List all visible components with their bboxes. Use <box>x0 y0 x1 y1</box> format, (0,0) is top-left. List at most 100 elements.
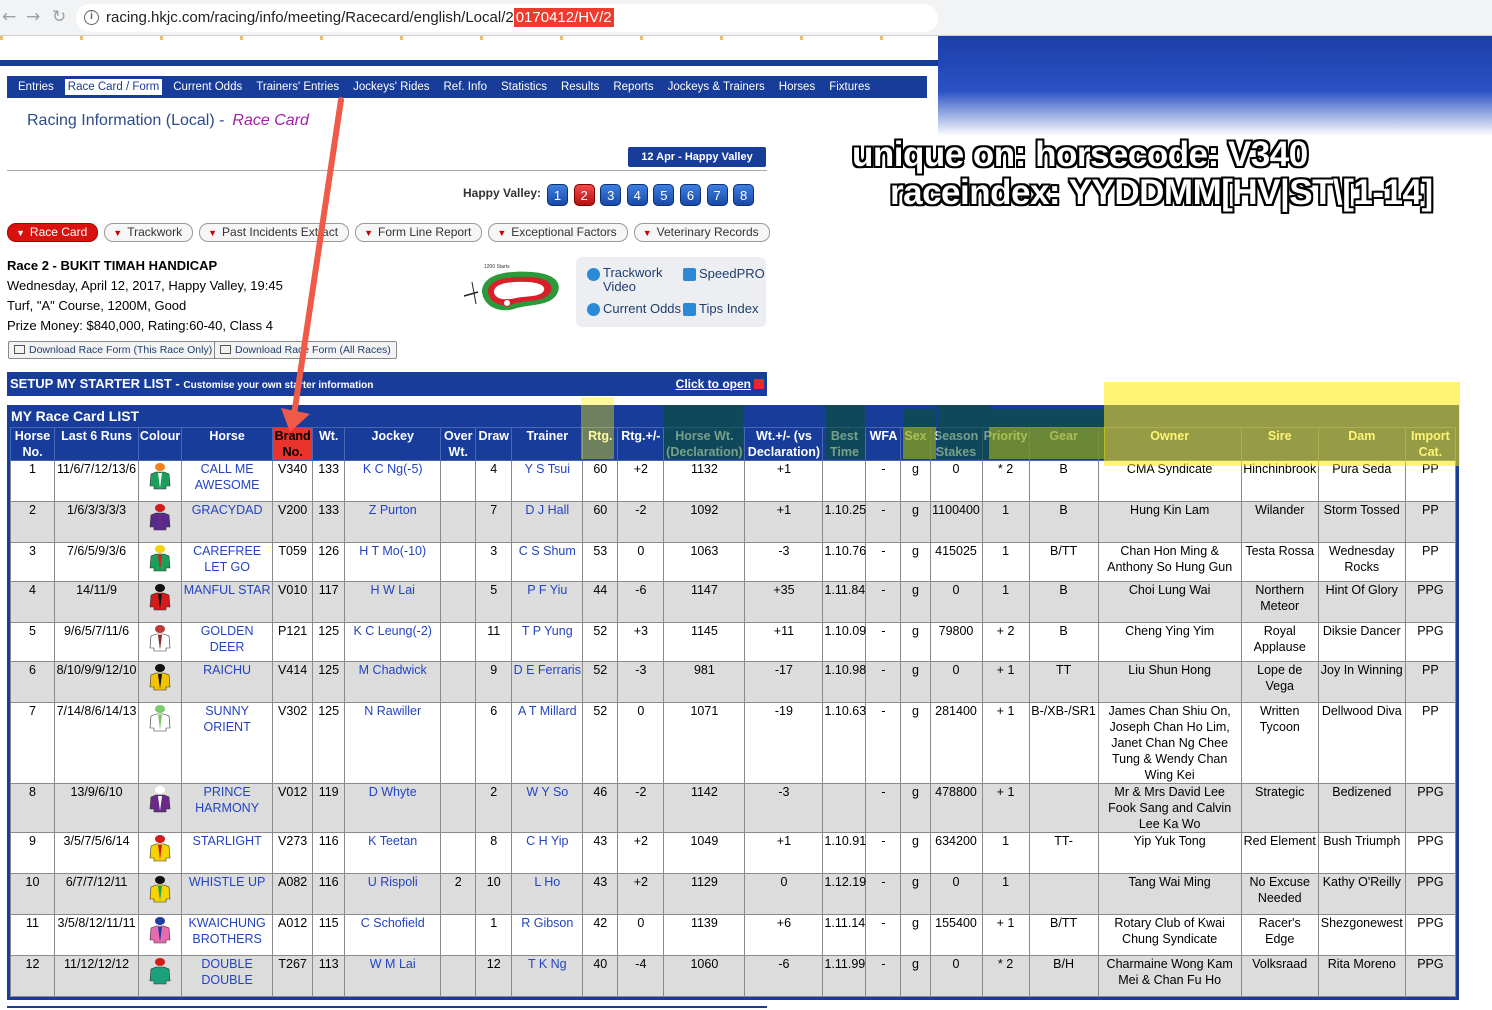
subtab-form-line-report[interactable]: ▼ Form Line Report <box>355 223 483 242</box>
cell-jockey[interactable]: N Rawiller <box>344 702 442 784</box>
cell-jockey[interactable]: D Whyte <box>344 783 442 833</box>
cell-trainer[interactable]: D J Hall <box>511 501 584 543</box>
cell-jockey[interactable]: K C Ng(-5) <box>344 460 442 502</box>
nav-trainers-entries[interactable]: Trainers' Entries <box>253 79 342 95</box>
cell-jockey[interactable]: H W Lai <box>344 581 442 623</box>
cell-jockey[interactable]: W M Lai <box>344 955 442 997</box>
subtab-past-incidents-extract[interactable]: ▼ Past Incidents Extract <box>199 223 350 242</box>
cell-jockey[interactable]: M Chadwick <box>344 661 442 703</box>
cell-jockey[interactable]: U Rispoli <box>344 873 442 915</box>
trackwork-video-link[interactable]: Trackwork Video <box>587 266 662 294</box>
col-header-best-time[interactable]: Best Time <box>822 427 867 461</box>
info-icon[interactable]: i <box>84 10 99 25</box>
tips-index-link[interactable]: Tips Index <box>683 301 759 316</box>
nav-reports[interactable]: Reports <box>610 79 656 95</box>
col-header-sex[interactable]: Sex <box>900 427 931 461</box>
download-this-race-button[interactable]: Download Race Form (This Race Only) <box>8 341 219 359</box>
click-to-open-link[interactable]: Click to open <box>676 372 751 396</box>
col-header-season-stakes[interactable]: Season Stakes <box>929 427 983 461</box>
cell-horse[interactable]: MANFUL STAR <box>181 581 274 623</box>
col-header-priority[interactable]: Priority <box>981 427 1030 461</box>
nav-ref-info[interactable]: Ref. Info <box>441 79 490 95</box>
cell-jockey[interactable]: C Schofield <box>344 914 442 956</box>
cell-horse[interactable]: DOUBLE DOUBLE <box>181 955 274 997</box>
cell-horse[interactable]: WHISTLE UP <box>181 873 274 915</box>
nav-statistics[interactable]: Statistics <box>498 79 550 95</box>
cell-horse[interactable]: CAREFREE LET GO <box>181 542 274 582</box>
race-button-2[interactable]: 2 <box>573 184 595 206</box>
table-row[interactable]: 11 3/5/8/12/11/11 KWAICHUNG BROTHERS A012 11… <box>9 914 1457 956</box>
cell-jockey[interactable]: K Teetan <box>344 832 442 874</box>
race-button-1[interactable]: 1 <box>547 184 568 206</box>
table-row[interactable]: 12 11/12/12/12 DOUBLE DOUBLE T267 113 W M Lai… <box>9 955 1457 997</box>
table-row[interactable]: 6 8/10/9/9/12/10 RAICHU V414 125 M Chadwick 9 D… <box>9 661 1457 703</box>
cell-jockey[interactable]: Z Purton <box>344 501 442 543</box>
race-button-6[interactable]: 6 <box>679 184 701 206</box>
table-row[interactable]: 2 1/6/3/3/3/3 GRACYDAD V200 133 Z Purton 7 D J … <box>9 501 1457 543</box>
col-header-horse[interactable]: Horse <box>181 427 274 461</box>
subtab-veterinary-records[interactable]: ▼ Veterinary Records <box>633 223 770 242</box>
cell-trainer[interactable]: W Y So <box>511 783 584 833</box>
col-header-import-cat[interactable]: Import Cat. <box>1404 427 1457 461</box>
open-arrow-icon[interactable] <box>754 379 764 389</box>
table-row[interactable]: 9 3/5/7/5/6/14 STARLIGHT V273 116 K Teetan 8 C … <box>9 832 1457 874</box>
col-header-wfa[interactable]: WFA <box>865 427 902 461</box>
cell-horse[interactable]: PRINCE HARMONY <box>181 783 274 833</box>
cell-trainer[interactable]: A T Millard <box>511 702 584 784</box>
col-header-last-6-runs[interactable]: Last 6 Runs <box>54 427 140 461</box>
race-button-7[interactable]: 7 <box>706 184 728 206</box>
race-button-4[interactable]: 4 <box>626 184 648 206</box>
cell-trainer[interactable]: P F Yiu <box>511 581 584 623</box>
url-field[interactable]: i racing.hkjc.com/racing/info/meeting/Ra… <box>76 4 938 32</box>
nav-horses[interactable]: Horses <box>776 79 818 95</box>
cell-trainer[interactable]: R Gibson <box>511 914 584 956</box>
speedpro-link[interactable]: SpeedPRO <box>683 266 765 281</box>
cell-horse[interactable]: CALL ME AWESOME <box>181 460 274 502</box>
nav-results[interactable]: Results <box>558 79 602 95</box>
col-header-jockey[interactable]: Jockey <box>344 427 442 461</box>
col-header-brand-no[interactable]: Brand No. <box>272 427 314 461</box>
cell-trainer[interactable]: D E Ferraris <box>511 661 584 703</box>
cell-jockey[interactable]: K C Leung(-2) <box>344 622 442 662</box>
nav-jockeys-rides[interactable]: Jockeys' Rides <box>350 79 432 95</box>
nav-entries[interactable]: Entries <box>15 79 57 95</box>
cell-jockey[interactable]: H T Mo(-10) <box>344 542 442 582</box>
current-odds-link[interactable]: Current Odds <box>587 301 681 316</box>
col-header-horse-no[interactable]: Horse No. <box>9 427 56 461</box>
subtab-race-card[interactable]: ▼ Race Card <box>7 223 99 242</box>
table-row[interactable]: 8 13/9/6/10 PRINCE HARMONY V012 119 D Whyte 2 W… <box>9 783 1457 833</box>
col-header-rtg-change[interactable]: Rtg.+/- <box>617 427 665 461</box>
download-all-races-button[interactable]: Download Race Form (All Races) <box>214 341 397 359</box>
col-header-dam[interactable]: Dam <box>1317 427 1406 461</box>
subtab-trackwork[interactable]: ▼ Trackwork <box>104 223 194 242</box>
table-row[interactable]: 4 14/11/9 MANFUL STAR V010 117 H W Lai 5 P F Yi… <box>9 581 1457 623</box>
cell-trainer[interactable]: C S Shum <box>511 542 584 582</box>
nav-fixtures[interactable]: Fixtures <box>826 79 873 95</box>
table-row[interactable]: 1 11/6/7/12/13/6 CALL ME AWESOME V340 133 K C… <box>9 460 1457 502</box>
subtab-exceptional-factors[interactable]: ▼ Exceptional Factors <box>488 223 628 242</box>
col-header-trainer[interactable]: Trainer <box>511 427 584 461</box>
cell-trainer[interactable]: L Ho <box>511 873 584 915</box>
race-button-3[interactable]: 3 <box>600 184 622 206</box>
col-header-owner[interactable]: Owner <box>1097 427 1242 461</box>
col-header-colour[interactable]: Colour <box>138 427 183 461</box>
meeting-badge[interactable]: 12 Apr - Happy Valley <box>628 147 766 167</box>
cell-horse[interactable]: GOLDEN DEER <box>181 622 274 662</box>
col-header-wt[interactable]: Wt. <box>312 427 346 461</box>
reload-icon[interactable]: ↻ <box>52 7 66 27</box>
forward-icon[interactable]: → <box>26 7 40 27</box>
cell-trainer[interactable]: C H Yip <box>511 832 584 874</box>
col-header-horse-wt[interactable]: Horse Wt. (Declaration) <box>663 427 746 461</box>
cell-horse[interactable]: STARLIGHT <box>181 832 274 874</box>
cell-trainer[interactable]: Y S Tsui <box>511 460 584 502</box>
cell-horse[interactable]: SUNNY ORIENT <box>181 702 274 784</box>
cell-horse[interactable]: RAICHU <box>181 661 274 703</box>
table-row[interactable]: 10 6/7/7/12/11 WHISTLE UP A082 116 U Rispoli 2… <box>9 873 1457 915</box>
table-row[interactable]: 5 9/6/5/7/11/6 GOLDEN DEER P121 125 K C Leung… <box>9 622 1457 662</box>
back-icon[interactable]: ← <box>2 7 16 27</box>
nav-jockeys-trainers[interactable]: Jockeys & Trainers <box>665 79 768 95</box>
nav-race-card-form[interactable]: Race Card / Form <box>64 79 163 95</box>
cell-trainer[interactable]: T K Ng <box>511 955 584 997</box>
race-button-8[interactable]: 8 <box>733 184 755 206</box>
col-header-wt-change[interactable]: Wt.+/- (vs Declaration) <box>744 427 824 461</box>
